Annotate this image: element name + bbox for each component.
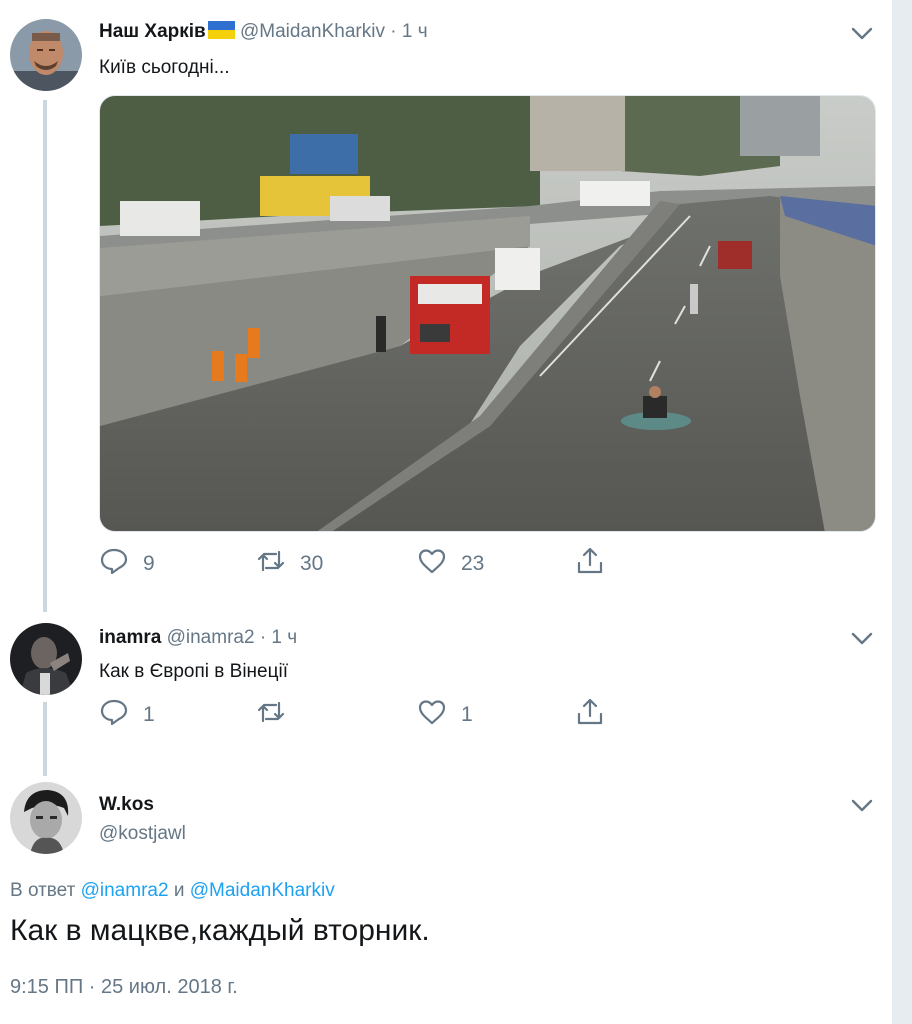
reply-joiner: и xyxy=(173,880,185,901)
share-icon xyxy=(575,546,605,582)
retweet-icon xyxy=(256,697,286,733)
user-handle[interactable]: @MaidanKharkiv xyxy=(240,21,385,42)
tweet-text: Как в Європі в Вінеції xyxy=(99,661,288,682)
chevron-down-icon[interactable] xyxy=(849,20,875,46)
tweet-photo[interactable] xyxy=(99,95,876,532)
retweet-icon xyxy=(256,546,286,582)
display-name-row: W.kos xyxy=(99,793,154,817)
heart-icon xyxy=(417,546,447,582)
tweet-time[interactable]: 1 ч xyxy=(402,21,428,42)
retweet-button[interactable] xyxy=(256,699,300,731)
tweet-timestamp[interactable]: 9:15 ПП · 25 июл. 2018 г. xyxy=(10,976,238,999)
tweet-header: Наш Харків @MaidanKharkiv · 1 ч xyxy=(99,20,428,44)
display-name[interactable]: W.kos xyxy=(99,794,154,815)
reply-button[interactable]: 9 xyxy=(99,548,155,580)
mention-link[interactable]: @inamra2 xyxy=(81,880,169,901)
share-button[interactable] xyxy=(575,697,605,733)
reply-count: 9 xyxy=(143,552,155,575)
share-icon xyxy=(575,697,605,733)
thread-connector xyxy=(43,702,47,776)
reply-count: 1 xyxy=(143,703,155,726)
display-name[interactable]: inamra xyxy=(99,627,161,648)
reply-prefix: В ответ xyxy=(10,880,76,901)
chevron-down-icon[interactable] xyxy=(849,625,875,651)
handle-row: @kostjawl xyxy=(99,822,186,846)
reply-icon xyxy=(99,697,129,733)
tweet-header: inamra @inamra2 · 1 ч xyxy=(99,626,297,650)
reply-context: В ответ @inamra2 и @MaidanKharkiv xyxy=(10,880,335,902)
chevron-down-icon[interactable] xyxy=(849,792,875,818)
mention-link[interactable]: @MaidanKharkiv xyxy=(190,880,335,901)
share-button[interactable] xyxy=(575,546,605,582)
tweet-time[interactable]: 1 ч xyxy=(271,627,297,648)
separator-dot: · xyxy=(390,21,397,42)
retweet-button[interactable]: 30 xyxy=(256,548,323,580)
avatar[interactable] xyxy=(10,623,82,695)
tweet-actions: 9 30 23 xyxy=(99,546,619,582)
like-button[interactable]: 1 xyxy=(417,699,473,731)
separator-dot: · xyxy=(259,627,267,648)
like-count: 23 xyxy=(461,552,485,575)
like-button[interactable]: 23 xyxy=(417,548,484,580)
flag-ukraine-icon xyxy=(207,21,235,39)
avatar[interactable] xyxy=(10,782,82,854)
avatar[interactable] xyxy=(10,19,82,91)
user-handle[interactable]: @inamra2 xyxy=(167,627,255,648)
scrollbar-track[interactable] xyxy=(892,0,912,1024)
user-handle[interactable]: @kostjawl xyxy=(99,823,186,844)
like-count: 1 xyxy=(461,703,473,726)
thread-connector xyxy=(43,100,47,612)
tweet-actions: 1 1 xyxy=(99,697,619,733)
reply-icon xyxy=(99,546,129,582)
reply-button[interactable]: 1 xyxy=(99,699,155,731)
tweet-text: Как в мацкве,каждый вторник. xyxy=(10,914,430,947)
heart-icon xyxy=(417,697,447,733)
display-name[interactable]: Наш Харків xyxy=(99,21,206,42)
tweet-text: Київ сьогодні... xyxy=(99,57,230,78)
retweet-count: 30 xyxy=(300,552,324,575)
